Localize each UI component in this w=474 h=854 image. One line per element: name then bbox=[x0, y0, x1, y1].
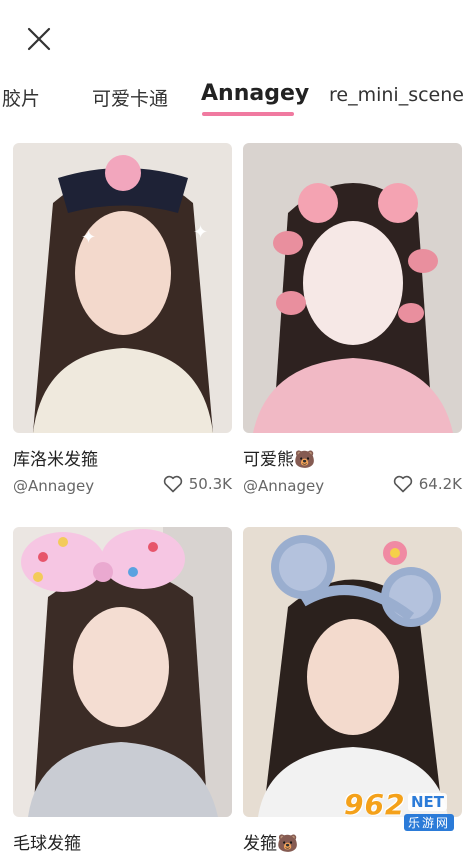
effect-card[interactable]: 毛球发箍 bbox=[13, 527, 232, 854]
effect-card[interactable]: 可爱熊🐻 @Annagey 64.2K bbox=[243, 143, 462, 503]
svg-text:✦: ✦ bbox=[193, 222, 208, 243]
close-button[interactable] bbox=[24, 24, 54, 54]
like-count: 50.3K bbox=[188, 475, 232, 493]
site-watermark: 962 NET 乐游网 bbox=[340, 788, 468, 834]
watermark-suffix: NET bbox=[408, 793, 448, 811]
close-icon bbox=[27, 27, 51, 51]
watermark-number: 962 bbox=[344, 788, 406, 821]
heart-icon bbox=[393, 475, 413, 493]
effect-thumbnail[interactable] bbox=[243, 527, 462, 817]
effect-title: 库洛米发箍 bbox=[13, 450, 98, 470]
category-tabs: 胶片 可爱卡通 Annagey re_mini_scene bbox=[0, 72, 474, 122]
author-name[interactable]: @Annagey bbox=[13, 477, 94, 495]
like-button[interactable]: 64.2K bbox=[393, 475, 462, 493]
watermark-text: 乐游网 bbox=[404, 814, 455, 831]
tab-re-mini-scene[interactable]: re_mini_scene bbox=[329, 84, 464, 106]
effect-title: 可爱熊🐻 bbox=[243, 450, 316, 470]
effect-preview-image: ✦ ✦ bbox=[13, 143, 232, 433]
heart-icon bbox=[163, 475, 183, 493]
effect-preview-image bbox=[243, 527, 462, 817]
svg-text:✦: ✦ bbox=[81, 227, 96, 248]
effect-thumbnail[interactable] bbox=[13, 527, 232, 817]
like-count: 64.2K bbox=[418, 475, 462, 493]
tab-film[interactable]: 胶片 bbox=[2, 84, 40, 111]
effect-preview-image bbox=[13, 527, 232, 817]
effect-thumbnail[interactable] bbox=[243, 143, 462, 433]
tab-annagey[interactable]: Annagey bbox=[201, 81, 309, 106]
effect-card[interactable]: ✦ ✦ 库洛米发箍 @Annagey 50.3K bbox=[13, 143, 232, 503]
effect-thumbnail[interactable]: ✦ ✦ bbox=[13, 143, 232, 433]
author-name[interactable]: @Annagey bbox=[243, 477, 324, 495]
like-button[interactable]: 50.3K bbox=[163, 475, 232, 493]
tab-cute-cartoon[interactable]: 可爱卡通 bbox=[92, 84, 168, 111]
active-tab-indicator bbox=[202, 112, 294, 116]
effect-preview-image bbox=[243, 143, 462, 433]
